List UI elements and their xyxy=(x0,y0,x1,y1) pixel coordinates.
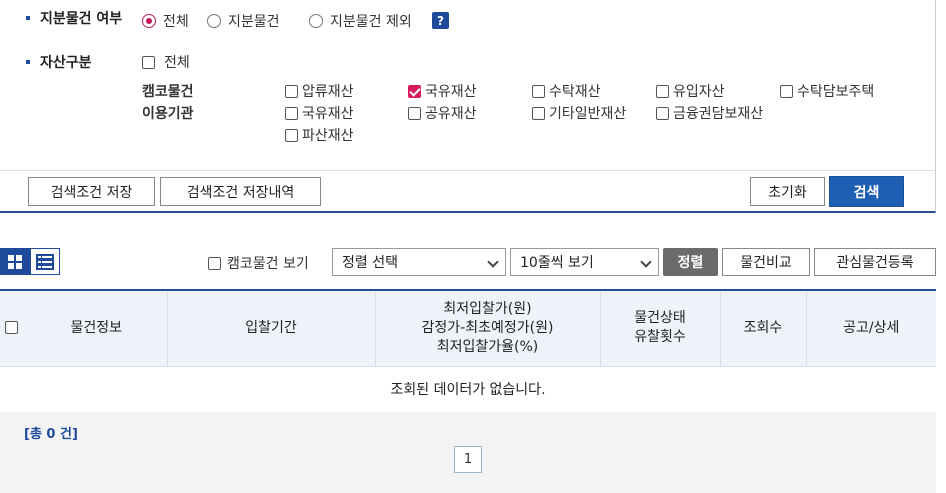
kamco-opt-trust[interactable]: 수탁재산 xyxy=(532,81,601,101)
checkbox-icon xyxy=(285,84,298,98)
share-status-row: 지분물건 여부 xyxy=(26,8,122,28)
radio-share[interactable]: 지분물건 xyxy=(207,11,280,31)
checkbox-checked-icon xyxy=(408,84,421,98)
checkbox-icon xyxy=(285,106,298,120)
asset-type-row: 자산구분 xyxy=(26,52,92,72)
page-number-button[interactable]: 1 xyxy=(454,446,482,473)
group-agency-label: 이용기관 xyxy=(142,106,194,122)
agency-opt-label: 금융권담보재산 xyxy=(673,106,764,122)
bullet-icon xyxy=(26,60,30,64)
divider xyxy=(0,170,936,171)
radio-share-label: 지분물건 xyxy=(228,14,280,30)
favorite-button[interactable]: 관심물건등록 xyxy=(814,248,936,276)
page-size-value: 10줄씩 보기 xyxy=(520,255,594,271)
grid-view-icon[interactable] xyxy=(0,248,30,275)
compare-button[interactable]: 물건비교 xyxy=(722,248,810,276)
agency-opt-bankrupt[interactable]: 파산재산 xyxy=(285,125,354,145)
kamco-opt-trust-housing[interactable]: 수탁담보주택 xyxy=(780,81,874,101)
checkbox-icon xyxy=(780,84,793,98)
radio-selected-icon xyxy=(142,14,156,28)
kamco-opt-label: 수탁재산 xyxy=(549,84,601,100)
saved-history-button[interactable]: 검색조건 저장내역 xyxy=(160,177,321,206)
col-bid-period: 입찰기간 xyxy=(167,290,376,367)
kamco-opt-national[interactable]: 국유재산 xyxy=(408,81,477,101)
group-kamco-label: 캠코물건 xyxy=(142,84,194,100)
checkbox-icon xyxy=(656,106,669,120)
chevron-down-icon xyxy=(487,256,499,268)
col-item-status: 물건상태 유찰횟수 xyxy=(600,290,721,367)
radio-share-exclude-label: 지분물건 제외 xyxy=(330,14,412,30)
sort-select-value: 정렬 선택 xyxy=(342,255,398,271)
checkbox-icon[interactable] xyxy=(4,321,18,335)
asset-all-checkbox[interactable]: 전체 xyxy=(142,52,190,72)
checkbox-icon xyxy=(285,128,298,142)
sort-button[interactable]: 정렬 xyxy=(663,248,718,276)
agency-opt-label: 공유재산 xyxy=(425,106,477,122)
pagination-footer: [총 0 건] 1 xyxy=(0,412,936,493)
chevron-down-icon xyxy=(640,256,652,268)
agency-opt-label: 기타일반재산 xyxy=(549,106,627,122)
agency-opt-financial[interactable]: 금융권담보재산 xyxy=(656,103,763,123)
agency-opt-label: 국유재산 xyxy=(302,106,354,122)
agency-opt-national[interactable]: 국유재산 xyxy=(285,103,354,123)
radio-all[interactable]: 전체 xyxy=(142,11,189,31)
radio-icon xyxy=(207,14,221,28)
asset-all-label: 전체 xyxy=(164,55,190,71)
kamco-opt-label: 압류재산 xyxy=(302,84,354,100)
kamco-opt-label: 유입자산 xyxy=(673,84,725,100)
checkbox-icon xyxy=(208,256,221,270)
reset-button[interactable]: 초기화 xyxy=(750,177,825,206)
kamco-only-checkbox[interactable]: 캠코물건 보기 xyxy=(208,253,309,273)
col-min-bid-price: 최저입찰가(원) 감정가-최초예정가(원) 최저입찰가율(%) xyxy=(375,290,601,367)
share-status-label: 지분물건 여부 xyxy=(40,11,123,27)
sort-select[interactable]: 정렬 선택 xyxy=(332,248,506,276)
results-table: 물건정보 입찰기간 최저입찰가(원) 감정가-최초예정가(원) 최저입찰가율(%… xyxy=(0,289,936,413)
kamco-opt-label: 국유재산 xyxy=(425,84,477,100)
radio-share-exclude[interactable]: 지분물건 제외 xyxy=(309,11,412,31)
agency-opt-general[interactable]: 기타일반재산 xyxy=(532,103,626,123)
checkbox-icon xyxy=(408,106,421,120)
col-view-count: 조회수 xyxy=(720,290,807,367)
checkbox-icon xyxy=(142,55,155,69)
select-all-cell[interactable] xyxy=(0,290,26,367)
col-notice-detail: 공고/상세 xyxy=(806,290,936,367)
agency-opt-label: 파산재산 xyxy=(302,128,354,144)
list-view-icon[interactable] xyxy=(30,248,60,275)
checkbox-icon xyxy=(532,106,545,120)
help-button[interactable]: ? xyxy=(432,12,449,29)
kamco-opt-seized[interactable]: 압류재산 xyxy=(285,81,354,101)
col-item-info: 물건정보 xyxy=(26,290,168,367)
kamco-opt-inflow[interactable]: 유입자산 xyxy=(656,81,725,101)
checkbox-icon xyxy=(532,84,545,98)
empty-message: 조회된 데이터가 없습니다. xyxy=(0,366,936,413)
table-row: 조회된 데이터가 없습니다. xyxy=(0,366,936,413)
checkbox-icon xyxy=(656,84,669,98)
bullet-icon xyxy=(26,16,30,20)
search-button[interactable]: 검색 xyxy=(829,176,904,207)
kamco-opt-label: 수탁담보주택 xyxy=(797,84,875,100)
save-search-button[interactable]: 검색조건 저장 xyxy=(28,177,155,206)
radio-all-label: 전체 xyxy=(163,14,189,30)
kamco-only-label: 캠코물건 보기 xyxy=(227,256,309,272)
search-panel: 지분물건 여부 전체 지분물건 지분물건 제외 ? 자산구분 전체 캠코물건 이… xyxy=(0,0,936,213)
view-toggle xyxy=(0,248,60,275)
table-header-row: 물건정보 입찰기간 최저입찰가(원) 감정가-최초예정가(원) 최저입찰가율(%… xyxy=(0,290,936,367)
asset-type-label: 자산구분 xyxy=(40,55,92,71)
total-count: [총 0 건] xyxy=(24,427,78,442)
help-icon: ? xyxy=(432,12,449,29)
page-size-select[interactable]: 10줄씩 보기 xyxy=(510,248,659,276)
agency-opt-public[interactable]: 공유재산 xyxy=(408,103,477,123)
radio-icon xyxy=(309,14,323,28)
